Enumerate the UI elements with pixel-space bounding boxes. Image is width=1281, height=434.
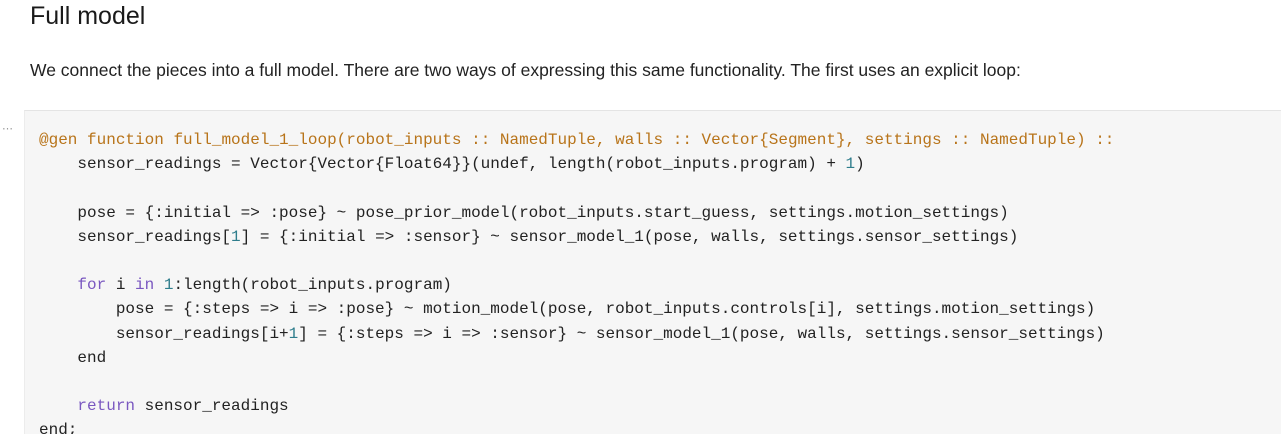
section-title: Full model bbox=[30, 2, 146, 30]
code-token: ] = {:steps => i => :sensor} ~ sensor_mo… bbox=[298, 324, 1105, 343]
code-token: :length(robot_inputs.program) bbox=[173, 276, 452, 295]
code-token: for bbox=[77, 276, 107, 295]
code-line: return sensor_readings bbox=[39, 394, 1114, 418]
code-line: pose = {:initial => :pose} ~ pose_prior_… bbox=[39, 201, 1114, 225]
code-cell[interactable]: @gen function full_model_1_loop(robot_in… bbox=[24, 110, 1281, 434]
code-line: end bbox=[39, 346, 1114, 370]
code-token: sensor_readings[ bbox=[39, 227, 232, 246]
code-line: for i in 1:length(robot_inputs.program) bbox=[39, 273, 1114, 297]
code-token: end bbox=[39, 348, 107, 367]
code-token: @gen bbox=[39, 131, 78, 149]
code-token: 1 bbox=[845, 155, 856, 174]
code-token: sensor_readings = Vector{Vector{Float64}… bbox=[39, 155, 846, 174]
code-token: sensor_readings[i+ bbox=[39, 324, 289, 343]
code-editor[interactable]: @gen function full_model_1_loop(robot_in… bbox=[39, 128, 1114, 434]
code-token: 1 bbox=[163, 276, 174, 295]
code-line: sensor_readings[1] = {:initial => :senso… bbox=[39, 225, 1114, 249]
code-token: i bbox=[106, 276, 136, 295]
code-token: 1 bbox=[288, 324, 299, 343]
code-token: ) bbox=[855, 155, 865, 174]
code-token: in bbox=[135, 276, 155, 295]
code-token: return bbox=[77, 397, 136, 416]
code-token: 1 bbox=[231, 227, 241, 246]
code-token: end; bbox=[39, 421, 78, 434]
code-line: end; bbox=[39, 418, 1114, 434]
code-token: sensor_readings bbox=[135, 397, 289, 416]
code-token: full_model_1_loop(robot_inputs :: NamedT… bbox=[173, 131, 1115, 149]
section-description: We connect the pieces into a full model.… bbox=[30, 60, 1021, 80]
code-line: sensor_readings[i+1] = {:steps => i => :… bbox=[39, 322, 1114, 346]
code-line: sensor_readings = Vector{Vector{Float64}… bbox=[39, 152, 1114, 176]
code-line: pose = {:steps => i => :pose} ~ motion_m… bbox=[39, 297, 1114, 321]
code-token: pose = {:initial => :pose} ~ pose_prior_… bbox=[39, 203, 1009, 222]
code-line: @gen function full_model_1_loop(robot_in… bbox=[39, 128, 1114, 152]
code-token: pose = {:steps => i => :pose} ~ motion_m… bbox=[39, 300, 1096, 319]
code-token: ] = {:initial => :sensor} ~ sensor_model… bbox=[240, 227, 1019, 246]
code-token: function bbox=[87, 131, 164, 149]
cell-drag-handle-icon[interactable]: ⋯ bbox=[2, 124, 13, 135]
